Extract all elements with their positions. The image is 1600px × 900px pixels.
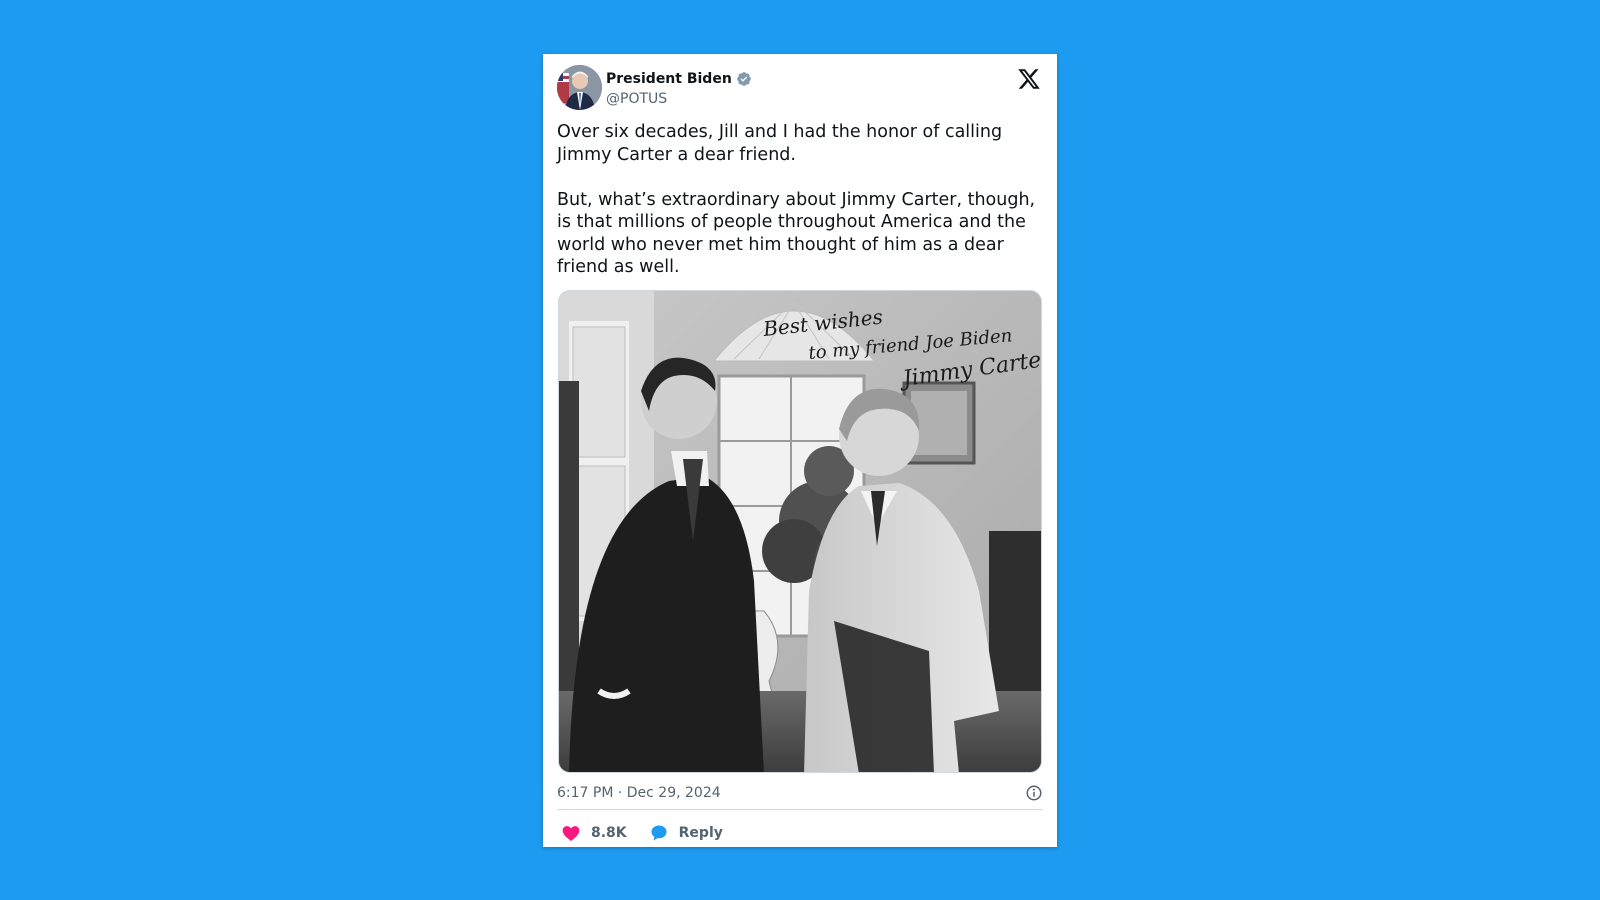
verified-badge-icon xyxy=(736,72,751,86)
reply-button[interactable]: Reply xyxy=(649,823,723,843)
tweet-photo[interactable]: Best wishes to my friend Joe Biden Jimmy… xyxy=(558,290,1042,773)
like-count: 8.8K xyxy=(591,825,627,841)
reply-label: Reply xyxy=(678,825,723,841)
divider xyxy=(557,809,1043,810)
tweet-timestamp[interactable]: 6:17 PM · Dec 29, 2024 xyxy=(557,785,721,801)
author-display-name[interactable]: President Biden xyxy=(606,71,732,87)
tweet-actions: 8.8K Reply xyxy=(561,820,723,846)
avatar[interactable] xyxy=(557,65,602,110)
heart-icon xyxy=(562,826,580,841)
display-name-row: President Biden xyxy=(606,69,752,89)
x-logo-icon[interactable] xyxy=(1017,67,1041,91)
like-button[interactable]: 8.8K xyxy=(561,823,627,843)
tweet-card[interactable]: President Biden @POTUS Over six decades,… xyxy=(543,54,1057,847)
author-handle[interactable]: @POTUS xyxy=(606,91,752,107)
tweet-paragraph: Over six decades, Jill and I had the hon… xyxy=(557,122,1003,165)
info-icon[interactable] xyxy=(1025,784,1043,802)
photo-image: Best wishes to my friend Joe Biden Jimmy… xyxy=(559,291,1041,772)
tweet-meta: 6:17 PM · Dec 29, 2024 xyxy=(557,781,1043,805)
tweet-header: President Biden @POTUS xyxy=(557,65,1043,111)
author-names: President Biden @POTUS xyxy=(606,69,752,107)
tweet-paragraph: But, what’s extraordinary about Jimmy Ca… xyxy=(557,189,1036,278)
reply-bubble-icon xyxy=(651,825,667,841)
avatar-image xyxy=(557,65,602,110)
tweet-text: Over six decades, Jill and I had the hon… xyxy=(557,121,1047,279)
